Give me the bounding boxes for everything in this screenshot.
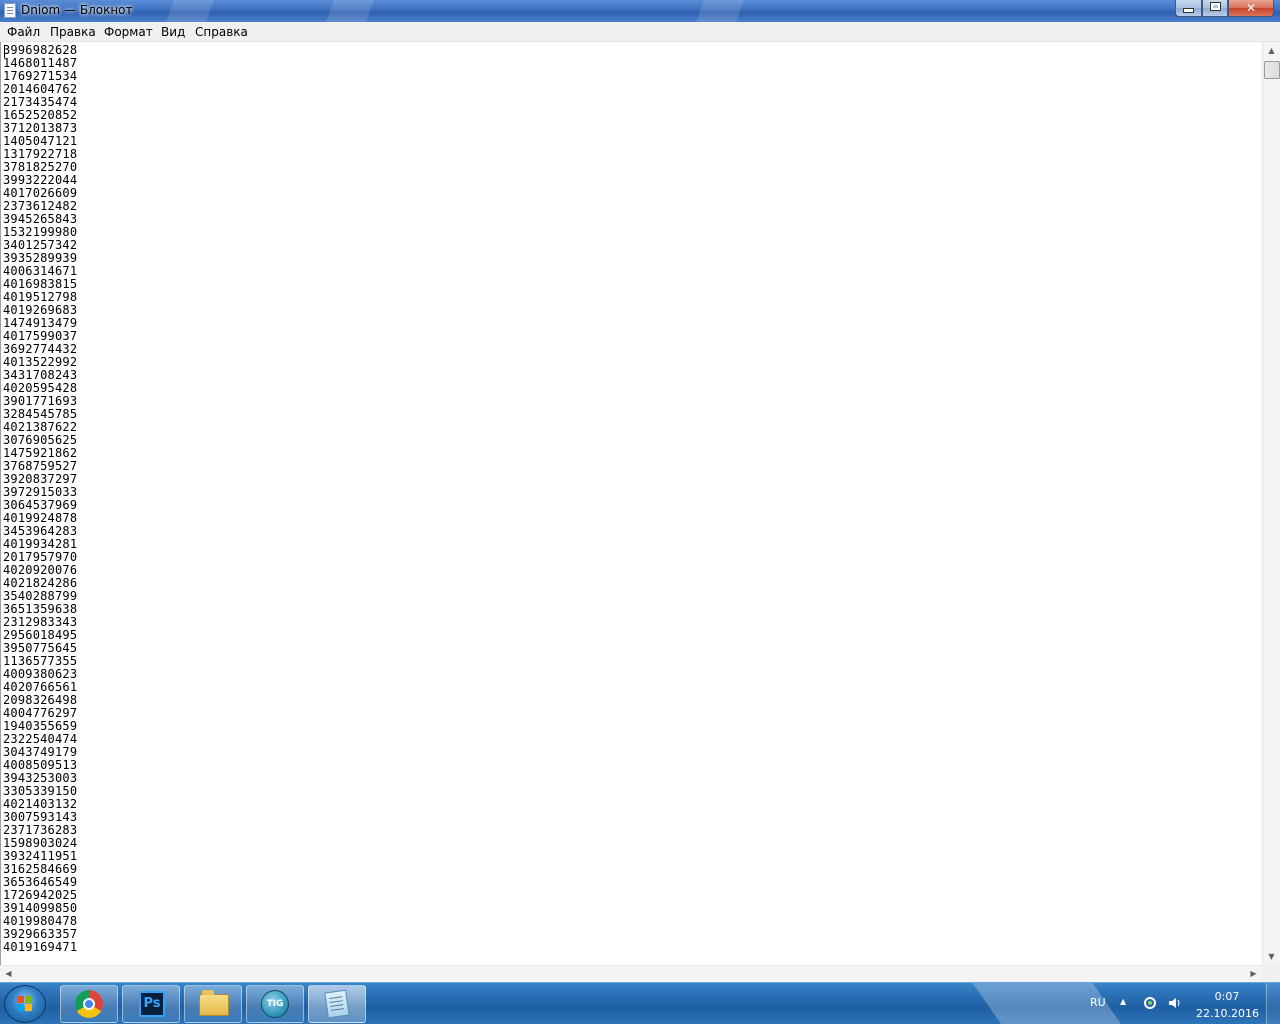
scroll-left-arrow-icon[interactable]: ◀ (0, 966, 17, 983)
clock-time[interactable]: 0:07 (1200, 990, 1254, 1003)
chrome-icon (75, 990, 103, 1018)
menu-format[interactable]: Формат (104, 25, 153, 39)
menu-view[interactable]: Вид (161, 25, 185, 39)
menu-edit[interactable]: Правка (50, 25, 96, 39)
scroll-down-arrow-icon[interactable]: ▼ (1263, 948, 1280, 965)
menu-file[interactable]: Файл (7, 25, 40, 39)
language-indicator[interactable]: RU (1090, 996, 1106, 1009)
horizontal-scrollbar[interactable]: ◀ ▶ (0, 965, 1262, 982)
tig-cloud-icon: TIG (261, 990, 289, 1018)
menu-help[interactable]: Справка (195, 25, 248, 39)
clock-date[interactable]: 22.10.2016 (1196, 1007, 1259, 1020)
scrollbar-corner (1262, 965, 1280, 982)
volume-icon[interactable] (1167, 996, 1181, 1010)
window-title: Dniom — Блокнот (21, 3, 133, 17)
minimize-button[interactable] (1175, 0, 1202, 17)
taskbar-glare (965, 983, 1135, 1024)
folder-icon (199, 990, 229, 1016)
taskbar: Ps TIG RU ▲ 0:07 22.10.2016 (0, 982, 1280, 1024)
taskbar-notepad-button[interactable] (308, 985, 366, 1023)
title-bar-decoration (325, 0, 375, 22)
show-desktop-button[interactable] (1266, 983, 1280, 1024)
close-button[interactable]: ✕ (1228, 0, 1274, 17)
start-button[interactable] (4, 985, 46, 1023)
show-hidden-icons-icon[interactable]: ▲ (1120, 997, 1126, 1006)
title-bar-decoration (695, 0, 745, 22)
text-line: 4019169471 (3, 940, 78, 954)
maximize-button[interactable] (1202, 0, 1228, 17)
taskbar-photoshop-button[interactable]: Ps (122, 985, 180, 1023)
windows-logo-icon (17, 996, 33, 1012)
taskbar-explorer-button[interactable] (184, 985, 242, 1023)
scroll-right-arrow-icon[interactable]: ▶ (1245, 966, 1262, 983)
text-editor-area[interactable]: 3996982628 1468011487 1769271534 2014604762… (0, 42, 1263, 965)
title-bar-decoration (165, 0, 215, 22)
minimize-icon (1183, 8, 1194, 13)
close-icon: ✕ (1245, 1, 1257, 15)
title-bar[interactable]: Dniom — Блокнот ✕ (0, 0, 1280, 22)
vertical-scrollbar[interactable]: ▲ ▼ (1262, 42, 1280, 965)
menu-bar: Файл Правка Формат Вид Справка (0, 22, 1280, 42)
restore-icon (1209, 2, 1221, 11)
photoshop-icon: Ps (139, 991, 165, 1017)
vertical-scroll-thumb[interactable] (1264, 61, 1280, 79)
taskbar-chrome-button[interactable] (60, 985, 118, 1023)
scroll-up-arrow-icon[interactable]: ▲ (1263, 42, 1280, 59)
notepad-icon (324, 989, 350, 1019)
notepad-app-icon[interactable] (4, 3, 16, 18)
network-sync-icon[interactable] (1143, 996, 1157, 1010)
taskbar-tig-button[interactable]: TIG (246, 985, 304, 1023)
